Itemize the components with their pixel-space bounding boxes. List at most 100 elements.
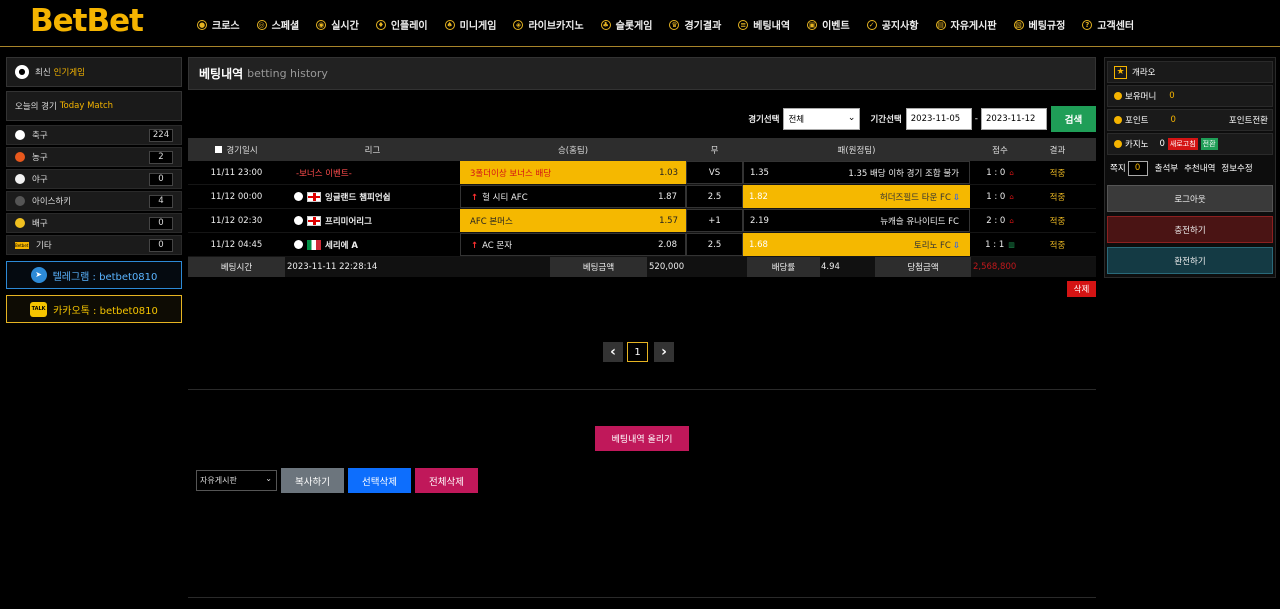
home-odds-cell[interactable]: ↑ 헐 시티 AFC 1.87	[460, 185, 686, 208]
convert-button[interactable]: 전환	[1200, 138, 1218, 150]
point-convert-button[interactable]: 포인트전환	[1229, 114, 1268, 126]
date-from-input[interactable]: 2023-11-05	[905, 108, 972, 130]
main-nav: ● 크로스 ◎ 스페셜 ◉ 실시간 ♦ 인플레이 ♠ 미니게임 ◈ 라이브카지노 ♣ 슬롯게임 ♛ 경기결과 ≡…	[197, 17, 1151, 32]
memo-count: 0	[1127, 160, 1148, 176]
game-select-label: 경기선택	[748, 115, 780, 125]
sport-label: 아이스하키	[32, 197, 72, 207]
nav-label: 베팅내역	[753, 21, 791, 32]
away-team: 1.35 배당 이하 경기 조합 불가	[848, 168, 959, 179]
prev-page-button[interactable]: ‹	[603, 342, 623, 362]
coin-icon	[1114, 116, 1122, 124]
live-icon: ◉	[316, 19, 327, 30]
match-date: 11/12 04:45	[210, 239, 263, 250]
nav-item[interactable]: ◎ 스페셜	[256, 17, 299, 32]
header-date: 경기일시	[188, 138, 285, 161]
period-label: 기간선택	[870, 115, 902, 125]
all-delete-button[interactable]: 전체삭제	[415, 468, 478, 493]
draw-cell[interactable]: +1	[686, 209, 743, 232]
nav-item[interactable]: ▧ 베팅규정	[1013, 17, 1065, 32]
attendance-link[interactable]: 출석부	[1155, 162, 1178, 174]
telegram-icon: ➤	[30, 267, 47, 283]
nav-item[interactable]: ? 고객센터	[1082, 17, 1134, 32]
sport-item[interactable]: 아이스하키 4	[6, 191, 182, 211]
sport-icon	[15, 218, 25, 228]
select-delete-button[interactable]: 선택삭제	[348, 468, 411, 493]
nav-label: 공지사항	[881, 21, 919, 32]
sport-item[interactable]: 축구 224	[6, 125, 182, 145]
point-value: 0	[1170, 115, 1176, 125]
divider	[188, 597, 1096, 598]
sport-item[interactable]: Betbet 기타 0	[6, 235, 182, 255]
casino-label: 카지노	[1125, 140, 1149, 150]
edit-info-link[interactable]: 정보수정	[1221, 162, 1252, 174]
logo[interactable]: BetBet	[30, 3, 144, 39]
next-page-button[interactable]: ›	[654, 342, 674, 362]
table-row: 11/12 02:30 프리미어리그 AFC 본머스 1.57 +1 2.19 뉴캐슬 유나…	[188, 209, 1096, 233]
date-dash: -	[974, 114, 978, 124]
copy-button[interactable]: 복사하기	[281, 468, 344, 493]
right-sidebar: ★ 개라오 보유머니 0 포인트 0 포인트전환 카지노 0 새로고침 전환 쪽…	[1104, 57, 1276, 278]
point-label: 포인트	[1125, 116, 1149, 126]
today-match-box[interactable]: 오늘의 경기 Today Match	[6, 91, 182, 121]
header-score: 점수	[992, 145, 1008, 156]
soccer-icon: ●	[197, 19, 207, 30]
table-row: 11/12 00:00 잉글랜드 챔피언쉽 ↑ 헐 시티 AFC 1.87 2.5 1.82…	[188, 185, 1096, 209]
nav-item[interactable]: ▤ 자유게시판	[935, 17, 997, 32]
date-to-input[interactable]: 2023-11-12	[981, 108, 1047, 130]
kakao-button[interactable]: TALK 카카오톡 : betbet0810	[6, 295, 182, 323]
nav-label: 실시간	[331, 21, 359, 32]
memo-label[interactable]: 쪽지	[1110, 162, 1126, 174]
page-1-button[interactable]: 1	[627, 342, 648, 362]
nav-item[interactable]: ▣ 이벤트	[807, 17, 850, 32]
nav-item[interactable]: ♠ 미니게임	[444, 17, 497, 32]
sport-item[interactable]: 야구 0	[6, 169, 182, 189]
deposit-button[interactable]: 충전하기	[1107, 216, 1273, 243]
match-date: 11/12 02:30	[210, 215, 263, 226]
away-odds-cell[interactable]: 1.68 토리노 FC ⇩	[743, 233, 970, 256]
ball-icon: ◎	[256, 19, 267, 30]
nav-item[interactable]: ♛ 경기결과	[669, 17, 721, 32]
draw-cell[interactable]: 2.5	[686, 185, 743, 208]
run-icon: ♦	[375, 19, 386, 30]
withdraw-button[interactable]: 환전하기	[1107, 247, 1273, 274]
sport-item[interactable]: 농구 2	[6, 147, 182, 167]
sport-item[interactable]: 배구 0	[6, 213, 182, 233]
game-select[interactable]: 전체 ⌄	[783, 108, 861, 130]
board-select[interactable]: 자유게시판 ⌄	[196, 470, 277, 491]
nav-item[interactable]: ● 크로스	[197, 17, 240, 32]
refresh-button[interactable]: 새로고침	[1167, 138, 1198, 150]
sport-icon: Betbet	[15, 241, 29, 249]
rules-icon: ▧	[1013, 19, 1024, 30]
nav-item[interactable]: ♦ 인플레이	[375, 17, 428, 32]
left-sidebar: ● 최신 인기게임 오늘의 경기 Today Match 축구 224 농구 2 야구 0…	[6, 57, 182, 323]
away-odds-cell[interactable]: 1.35 1.35 배당 이하 경기 조합 불가	[743, 161, 970, 184]
delete-button[interactable]: 삭제	[1067, 281, 1096, 297]
latest-games-box[interactable]: ● 최신 인기게임	[6, 57, 182, 87]
draw-cell[interactable]: VS	[686, 161, 743, 184]
nav-item[interactable]: ✓ 공지사항	[866, 17, 919, 32]
nav-label: 미니게임	[459, 21, 497, 32]
home-odds-cell[interactable]: 3폴더이상 보너스 배당 1.03	[460, 161, 686, 184]
away-odds-cell[interactable]: 2.19 뉴캐슬 유나이티드 FC	[743, 209, 970, 232]
soccer-icon	[294, 192, 303, 201]
nav-item[interactable]: ♣ 슬롯게임	[600, 17, 652, 32]
home-odds: 1.87	[658, 191, 677, 202]
away-odds-cell[interactable]: 1.82 허더즈필드 타운 FC ⇩	[743, 185, 970, 208]
nav-item[interactable]: ◈ 라이브카지노	[513, 17, 584, 32]
home-team: 3폴더이상 보너스 배당	[470, 168, 552, 179]
recommend-link[interactable]: 추천내역	[1184, 162, 1215, 174]
upload-history-button[interactable]: 베팅내역 올리기	[595, 426, 689, 451]
home-odds-cell[interactable]: AFC 본머스 1.57	[460, 209, 686, 232]
telegram-button[interactable]: ➤ 텔레그램 : betbet0810	[6, 261, 182, 289]
nav-item[interactable]: ◉ 실시간	[316, 17, 359, 32]
kakao-label: 카카오톡 : betbet0810	[53, 305, 158, 317]
checkbox[interactable]	[215, 146, 223, 153]
divider	[188, 389, 1096, 390]
home-odds-cell[interactable]: ↑ AC 몬자 2.08	[460, 233, 686, 256]
result: 적중	[1049, 192, 1066, 203]
logout-button[interactable]: 로그아웃	[1107, 185, 1273, 212]
money-label: 보유머니	[1125, 92, 1157, 102]
nav-item[interactable]: ≡ 베팅내역	[738, 17, 790, 32]
draw-cell[interactable]: 2.5	[686, 233, 743, 256]
search-button[interactable]: 검색	[1051, 106, 1096, 132]
